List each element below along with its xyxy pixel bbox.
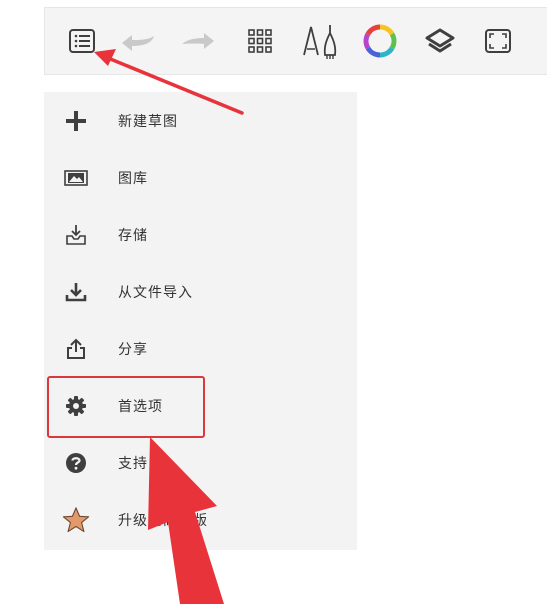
layers-button[interactable] [415,8,465,74]
menu-item-save[interactable]: 存储 [44,206,357,263]
menu-item-share[interactable]: 分享 [44,320,357,377]
toolbar [44,7,547,75]
menu-item-label: 支持 [118,455,148,472]
menu-item-label: 升级到高级版 [118,512,208,529]
help-icon [62,449,90,477]
share-icon [62,335,90,363]
undo-arrow-icon [122,35,154,51]
brush-button[interactable] [297,8,347,74]
color-wheel-icon [363,24,397,58]
save-icon [62,221,90,249]
fullscreen-icon [485,29,511,53]
menu-item-gallery[interactable]: 图库 [44,149,357,206]
menu-item-support[interactable]: 支持 [44,434,357,491]
main-menu-panel: 新建草图 图库 存储 从文件导入 分享 首选项 支持 升级到高级版 [44,92,357,550]
redo-button[interactable] [173,8,223,74]
menu-item-import-file[interactable]: 从文件导入 [44,263,357,320]
menu-item-preferences[interactable]: 首选项 [44,377,357,434]
menu-item-label: 新建草图 [118,113,178,130]
menu-item-new-sketch[interactable]: 新建草图 [44,92,357,149]
menu-item-label: 首选项 [118,398,163,415]
grid-button[interactable] [235,8,285,74]
gear-icon [62,392,90,420]
menu-item-label: 图库 [118,170,148,187]
redo-arrow-icon [182,33,214,49]
gallery-icon [62,164,90,192]
menu-list-button[interactable] [57,8,107,74]
color-button[interactable] [355,8,405,74]
undo-button[interactable] [113,8,163,74]
grid-icon [248,29,272,53]
brush-pen-icon [303,25,337,59]
plus-icon [62,107,90,135]
menu-item-label: 存储 [118,227,148,244]
fullscreen-button[interactable] [473,8,523,74]
menu-item-label: 分享 [118,341,148,358]
layers-icon [425,28,455,53]
menu-item-label: 从文件导入 [118,284,193,301]
menu-list-icon [69,29,95,53]
star-icon [62,506,90,534]
import-icon [62,278,90,306]
menu-item-upgrade[interactable]: 升级到高级版 [44,491,357,548]
